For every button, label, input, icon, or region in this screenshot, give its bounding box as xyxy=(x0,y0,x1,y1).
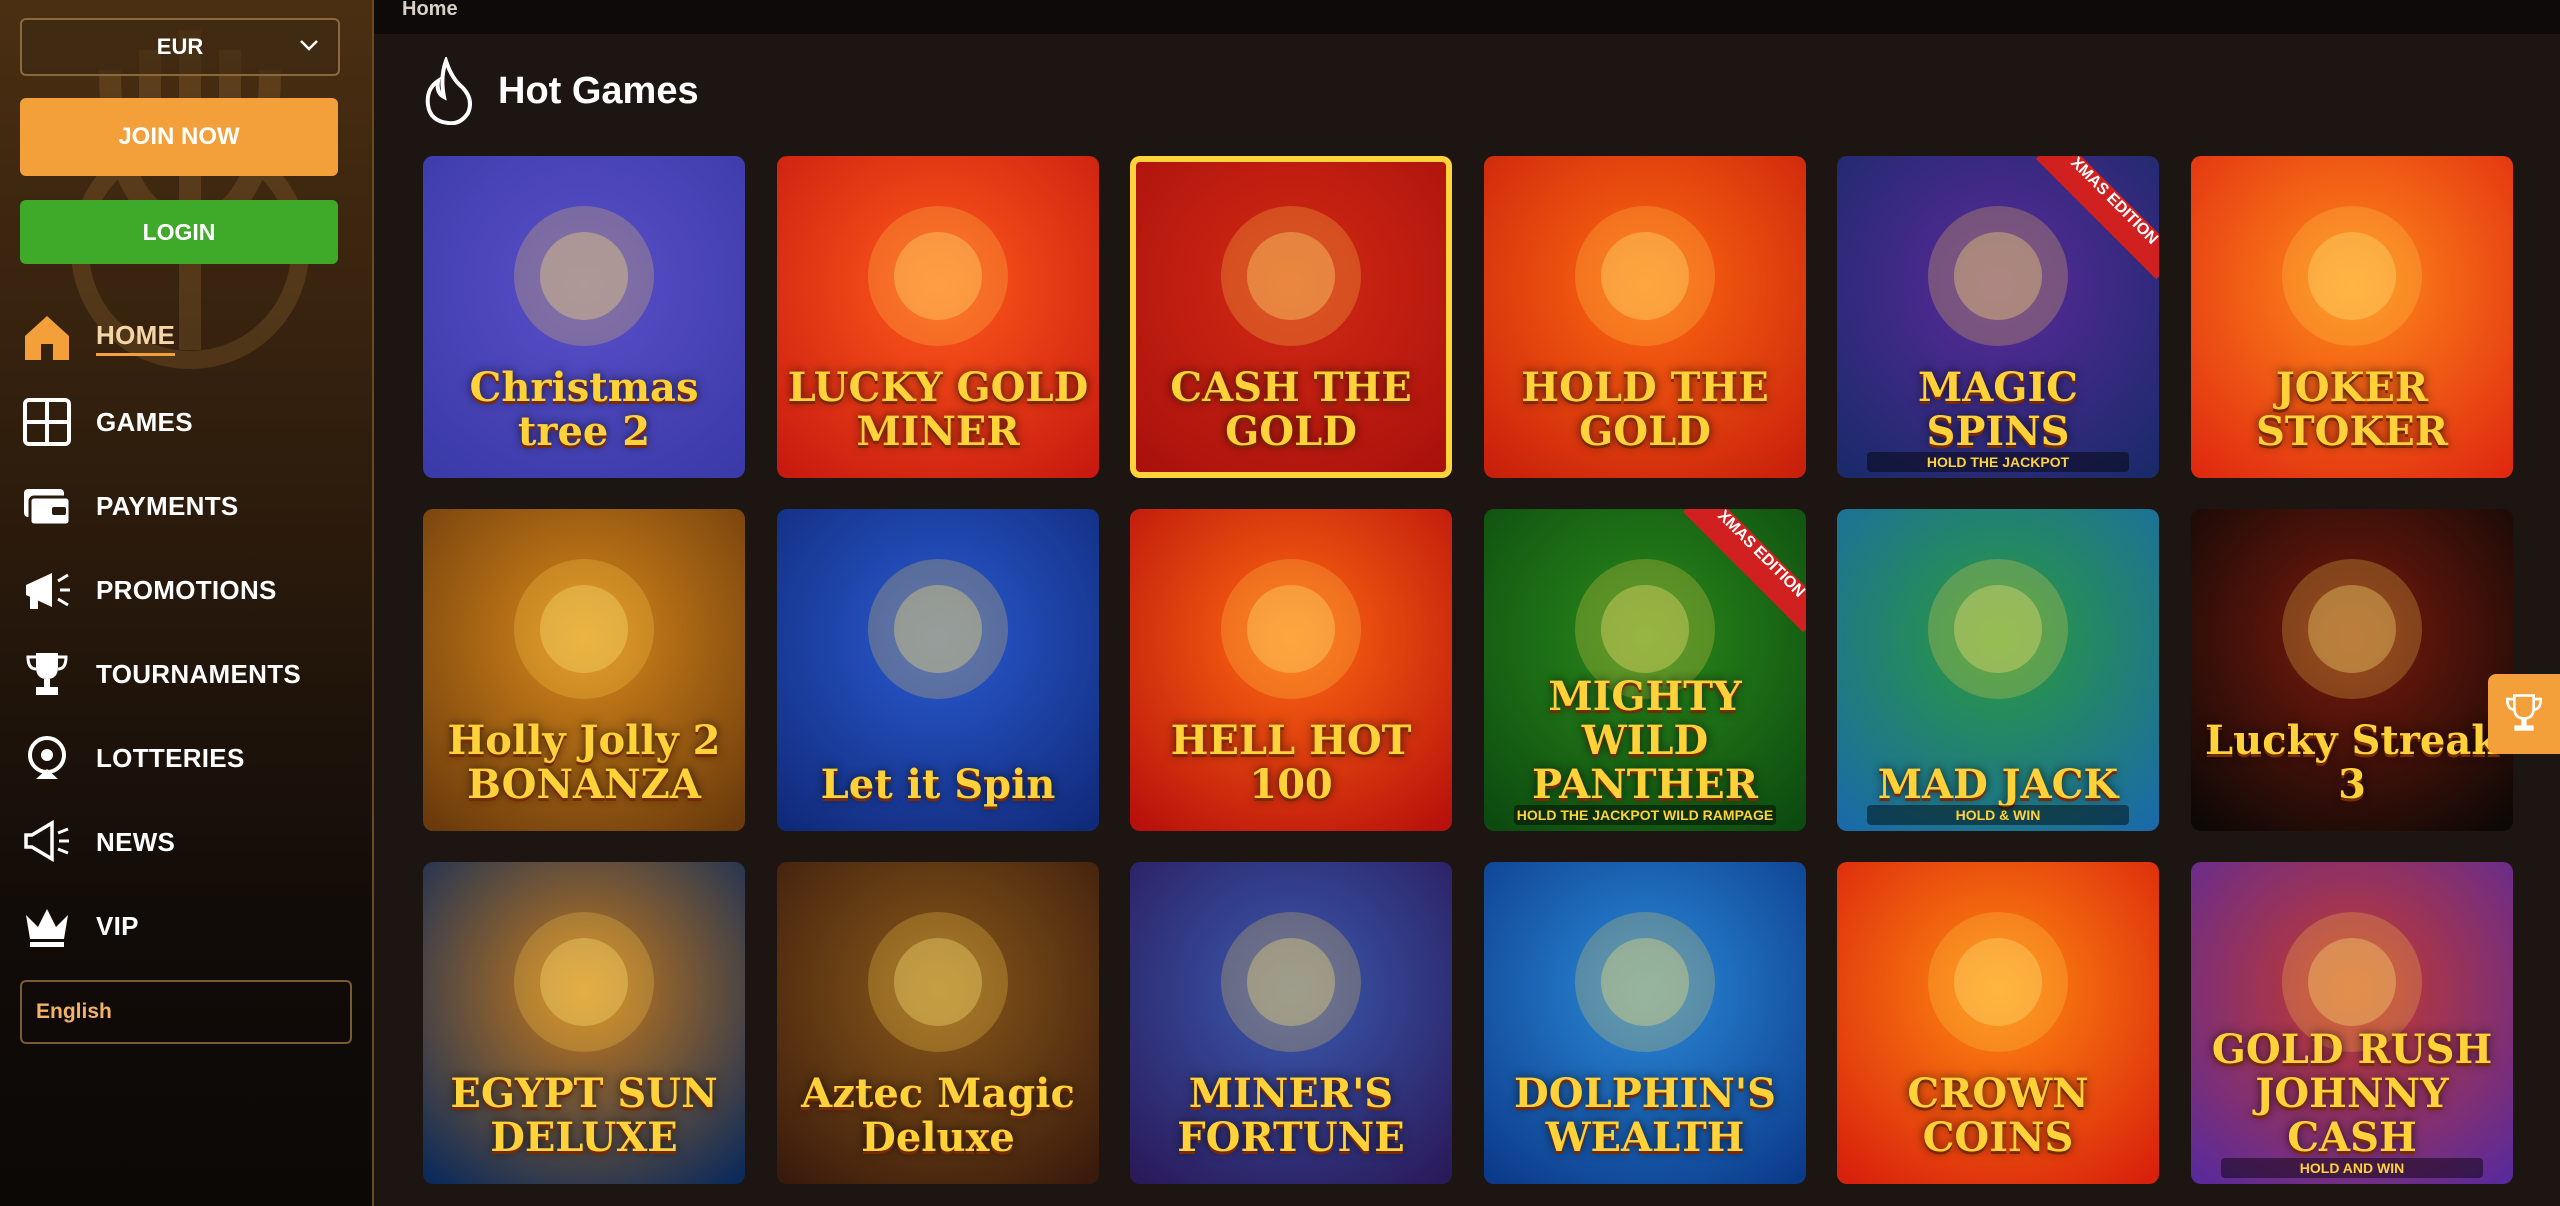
game-tile[interactable]: MAD JACK HOLD & WIN xyxy=(1837,509,2159,831)
nav-label: TOURNAMENTS xyxy=(96,658,302,689)
game-tile[interactable]: Lucky Streak 3 xyxy=(2191,509,2513,831)
game-title: EGYPT SUN DELUXE xyxy=(450,1070,718,1161)
game-artwork xyxy=(1130,156,1452,478)
game-title: LUCKY GOLD MINER xyxy=(787,364,1089,455)
nav-item-promotions[interactable]: PROMOTIONS xyxy=(0,548,372,632)
game-tile[interactable]: HOLD THE GOLD xyxy=(1484,156,1806,478)
game-subtitle: HOLD & WIN xyxy=(1867,805,2129,825)
game-tile[interactable]: Aztec Magic Deluxe xyxy=(777,862,1099,1184)
game-title: MAD JACK xyxy=(1877,761,2119,808)
game-tile[interactable]: HELL HOT 100 xyxy=(1130,509,1452,831)
nav-item-tournaments[interactable]: TOURNAMENTS xyxy=(0,632,372,716)
game-tile[interactable]: Let it Spin xyxy=(777,509,1099,831)
floating-tournament-button[interactable] xyxy=(2488,674,2560,754)
game-title: Christmas tree 2 xyxy=(469,364,699,455)
home-icon xyxy=(20,311,74,365)
nav-label: PAYMENTS xyxy=(96,490,239,521)
nav-label: GAMES xyxy=(96,406,193,437)
trophy-icon xyxy=(20,647,74,701)
game-tile[interactable]: XMAS EDITION MAGIC SPINS HOLD THE JACKPOT xyxy=(1837,156,2159,478)
top-bar: Home xyxy=(374,0,2560,34)
game-title: GOLD RUSH JOHNNY CASH xyxy=(2211,1026,2493,1161)
lottery-wheel-icon xyxy=(20,731,74,785)
game-title: DOLPHIN'S WEALTH xyxy=(1514,1070,1776,1161)
game-title: Lucky Streak 3 xyxy=(2205,717,2499,808)
megaphone-icon xyxy=(20,563,74,617)
game-tile[interactable]: JOKER STOKER xyxy=(2191,156,2513,478)
grid-icon xyxy=(20,395,74,449)
chevron-down-icon xyxy=(300,40,318,51)
game-tile[interactable]: LUCKY GOLD MINER xyxy=(777,156,1099,478)
trophy-icon xyxy=(2505,694,2543,731)
section-title: Hot Games xyxy=(498,69,699,112)
nav-label: HOME xyxy=(96,320,176,356)
game-tile[interactable]: CASH THE GOLD xyxy=(1130,156,1452,478)
main-nav: HOME GAMES PAYMENTS PROMOTIONS TOURNAMEN… xyxy=(0,296,372,968)
game-title: Holly Jolly 2 BONANZA xyxy=(447,717,721,808)
nav-item-games[interactable]: GAMES xyxy=(0,380,372,464)
nav-item-home[interactable]: HOME xyxy=(0,296,372,380)
join-now-button[interactable]: JOIN NOW xyxy=(20,98,338,176)
game-tile[interactable]: Christmas tree 2 xyxy=(423,156,745,478)
game-title: MAGIC SPINS xyxy=(1917,364,2079,455)
flame-icon xyxy=(425,57,472,125)
game-title: HELL HOT 100 xyxy=(1170,717,1412,808)
nav-label: LOTTERIES xyxy=(96,742,245,773)
nav-item-payments[interactable]: PAYMENTS xyxy=(0,464,372,548)
nav-item-news[interactable]: NEWS xyxy=(0,800,372,884)
wallet-icon xyxy=(20,479,74,533)
game-title: JOKER STOKER xyxy=(2256,364,2448,455)
breadcrumb[interactable]: Home xyxy=(402,0,458,21)
game-title: MIGHTY WILD PANTHER xyxy=(1531,673,1759,808)
game-tile[interactable]: CROWN COINS xyxy=(1837,862,2159,1184)
game-tile[interactable]: DOLPHIN'S WEALTH xyxy=(1484,862,1806,1184)
currency-value: EUR xyxy=(156,34,204,59)
crown-icon xyxy=(20,899,74,953)
currency-select[interactable]: EUR xyxy=(20,18,340,76)
announcement-icon xyxy=(20,815,74,869)
game-title: HOLD THE GOLD xyxy=(1521,364,1769,455)
sidebar: EUR JOIN NOW LOGIN HOME GAMES PAYMENTS P… xyxy=(0,0,374,1206)
nav-item-lotteries[interactable]: LOTTERIES xyxy=(0,716,372,800)
game-title: MINER'S FORTUNE xyxy=(1177,1070,1405,1161)
game-title: CROWN COINS xyxy=(1907,1070,2089,1161)
language-select[interactable]: English xyxy=(20,980,352,1044)
game-subtitle: HOLD AND WIN xyxy=(2221,1158,2483,1178)
nav-item-vip[interactable]: VIP xyxy=(0,884,372,968)
game-subtitle: HOLD THE JACKPOT WILD RAMPAGE xyxy=(1514,805,1776,825)
main-content: Hot Games Christmas tree 2 LUCKY GOLD MIN… xyxy=(374,34,2560,1206)
login-button[interactable]: LOGIN xyxy=(20,200,338,264)
game-title: CASH THE GOLD xyxy=(1170,364,1412,455)
game-title: Let it Spin xyxy=(820,761,1056,808)
nav-label: PROMOTIONS xyxy=(96,574,277,605)
game-tile[interactable]: MINER'S FORTUNE xyxy=(1130,862,1452,1184)
game-tile[interactable]: Holly Jolly 2 BONANZA xyxy=(423,509,745,831)
game-tile[interactable]: EGYPT SUN DELUXE xyxy=(423,862,745,1184)
nav-label: NEWS xyxy=(96,826,176,857)
nav-label: VIP xyxy=(96,910,139,941)
section-header: Hot Games xyxy=(422,56,699,126)
game-tile[interactable]: XMAS EDITION MIGHTY WILD PANTHER HOLD THE … xyxy=(1484,509,1806,831)
game-subtitle: HOLD THE JACKPOT xyxy=(1867,452,2129,472)
game-title: Aztec Magic Deluxe xyxy=(801,1070,1075,1161)
game-tile[interactable]: GOLD RUSH JOHNNY CASH HOLD AND WIN xyxy=(2191,862,2513,1184)
